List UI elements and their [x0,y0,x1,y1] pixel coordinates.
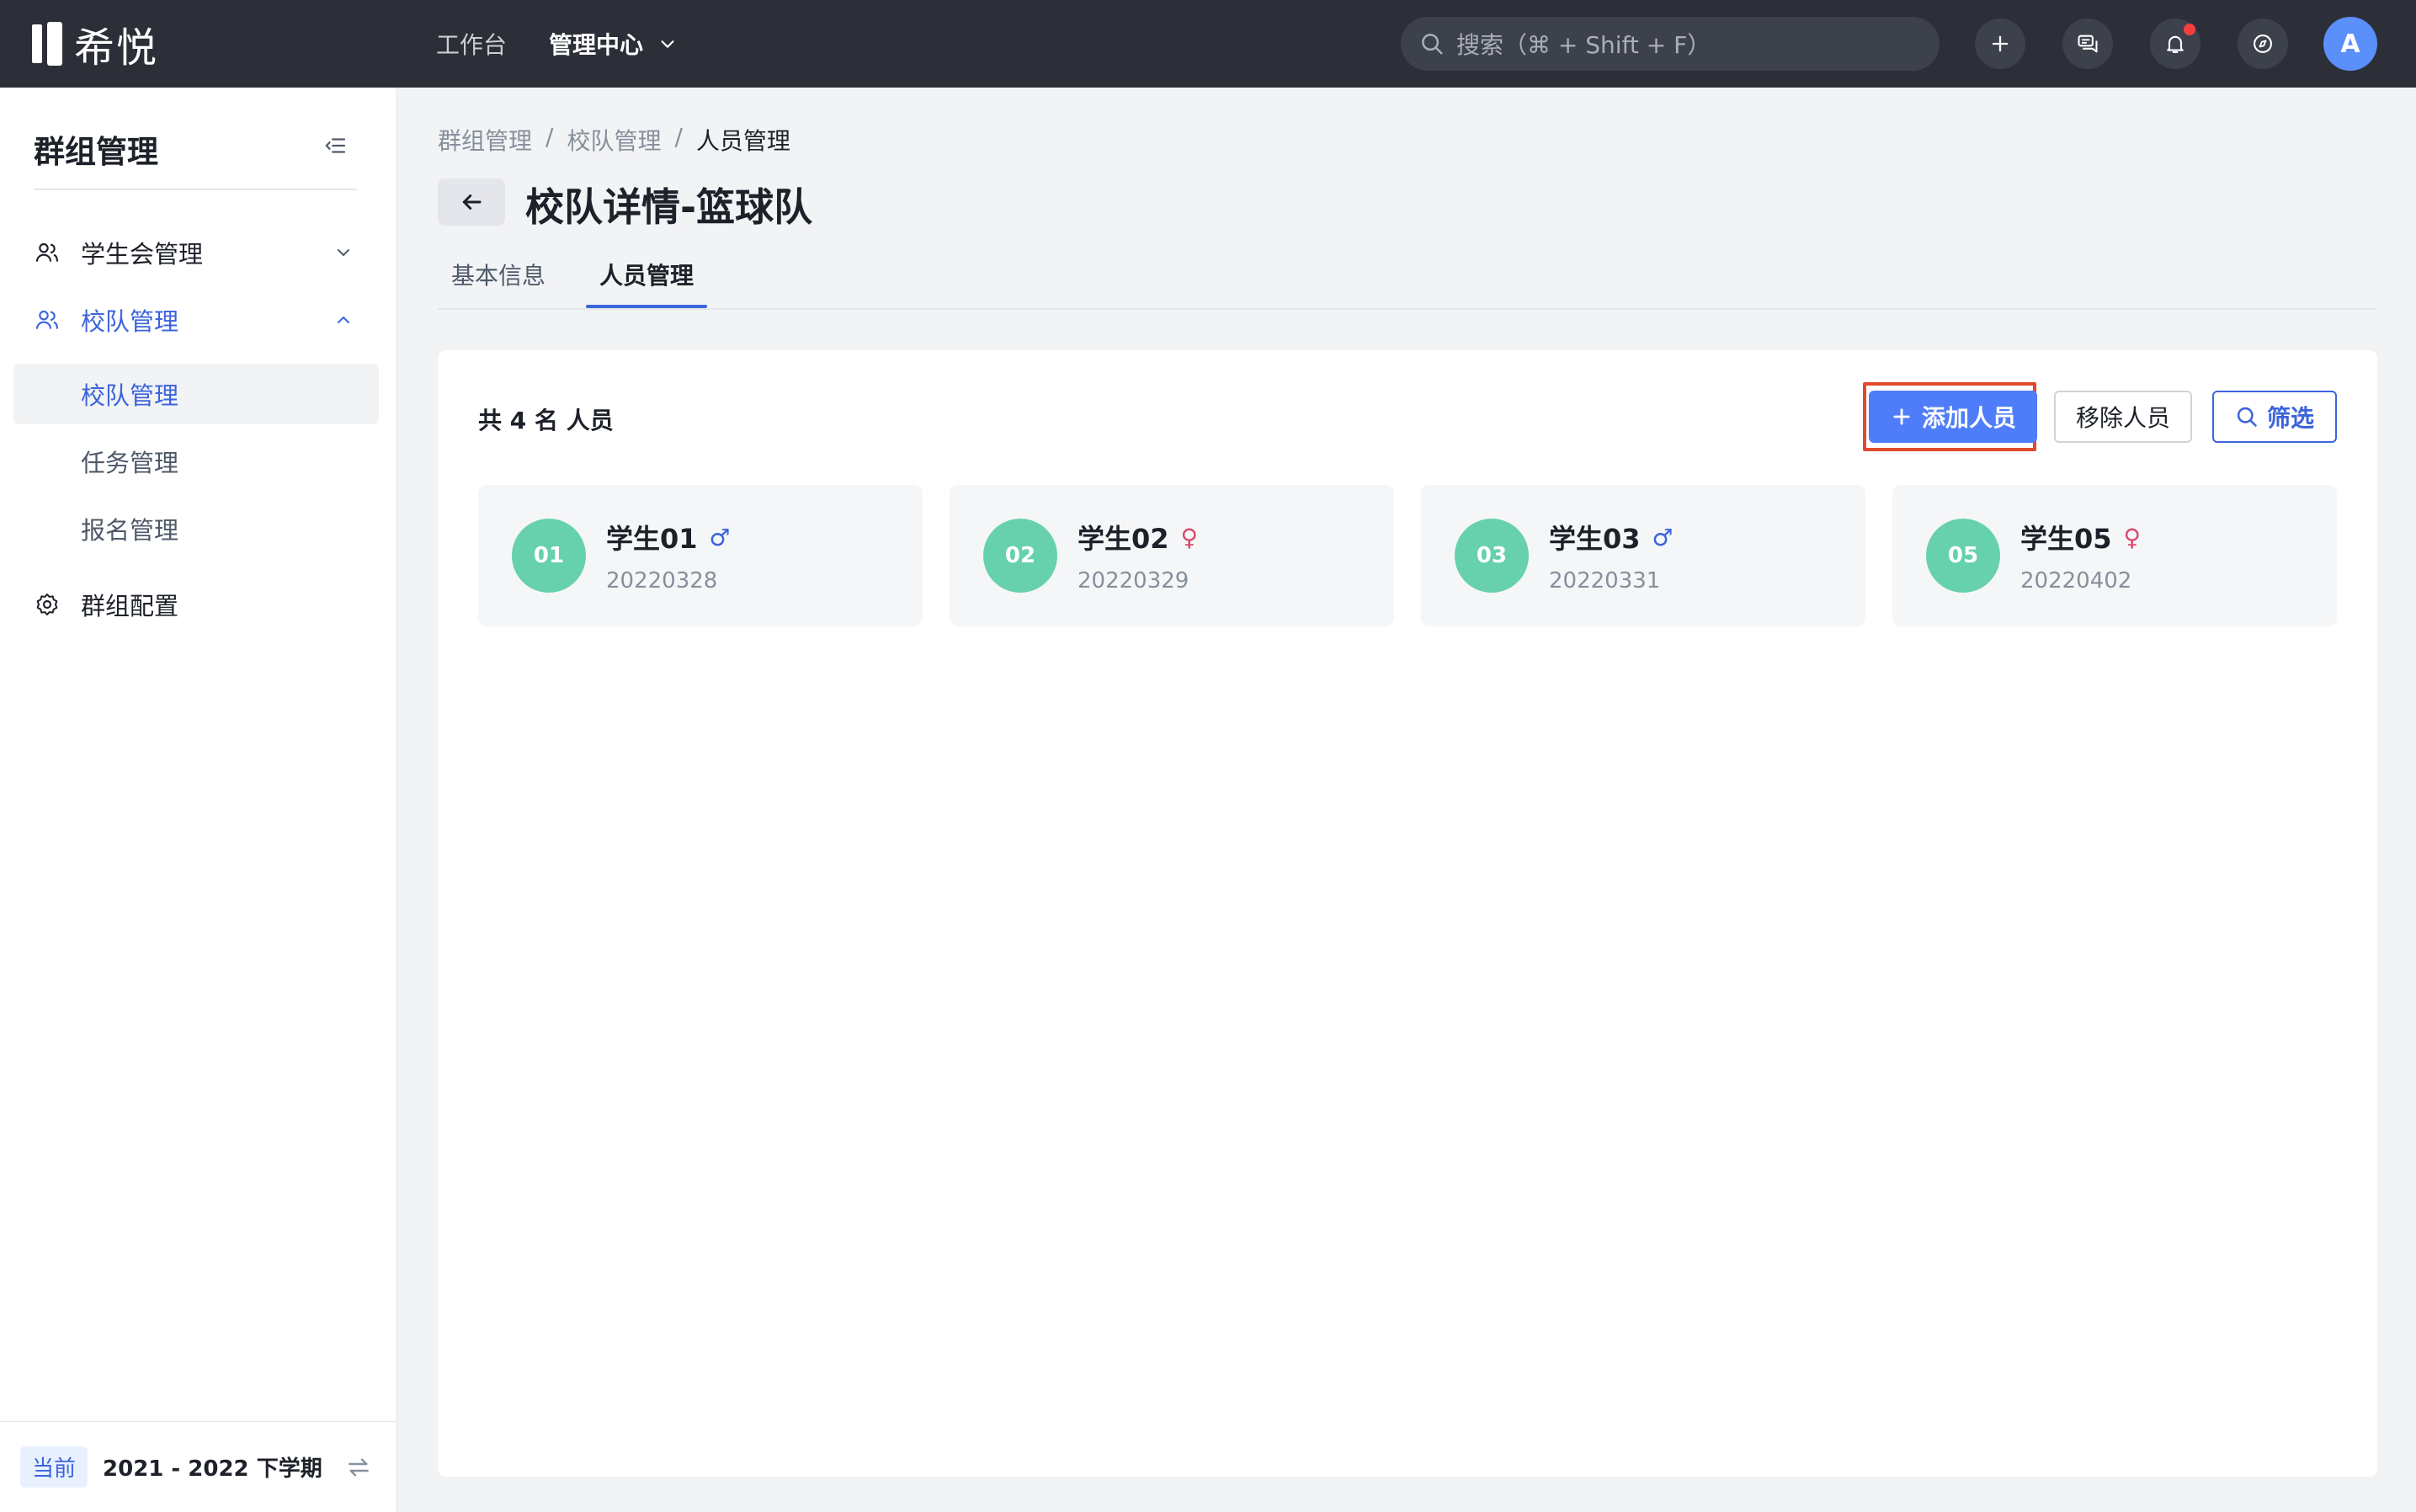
add-member-label: 添加人员 [1921,404,2016,432]
apps-button[interactable] [2238,19,2288,69]
member-id: 20220402 [2020,568,2132,594]
member-id: 20220328 [606,568,718,594]
plus-icon [1893,408,1910,425]
search-icon [1422,34,1443,55]
arrow-left-icon [462,194,482,210]
female-icon: ♀ [1180,523,1199,551]
notification-dot [2184,24,2195,35]
chevron-up-icon [338,317,349,323]
member-avatar: 03 [1455,519,1529,593]
breadcrumb-separator: / [545,123,554,151]
member-card[interactable]: 01 学生01 ♂ 20220328 [478,485,923,626]
tab-label: 人员管理 [599,262,694,290]
back-button[interactable] [438,178,505,226]
sidebar-divider [34,189,357,190]
member-card[interactable]: 03 学生03 ♂ 20220331 [1421,485,1865,626]
search-icon [2237,407,2257,427]
user-avatar[interactable]: A [2323,17,2377,71]
member-avatar: 02 [983,519,1057,593]
sidebar-subitem-team-management[interactable]: 校队管理 [13,364,379,424]
current-term-label: 2021 - 2022 下学期 [103,1456,322,1482]
tab-basic-info[interactable]: 基本信息 [451,253,545,310]
chat-icon [2078,35,2098,53]
tab-member-management[interactable]: 人员管理 [599,253,694,310]
sidebar: 群组管理 学生会管理 校队管理 校队管理 任务管理 报名管理 群组配置 当前 2… [0,88,397,1512]
sidebar-subitem-signup-management[interactable]: 报名管理 [13,498,379,559]
create-button[interactable] [1975,19,2025,69]
sidebar-item-group-config[interactable]: 群组配置 [13,574,379,635]
member-name: 学生03 [1549,523,1641,555]
member-name: 学生02 [1078,523,1169,555]
breadcrumb-item[interactable]: 校队管理 [567,123,661,157]
filter-label: 筛选 [2266,404,2314,432]
nav-admin-center-label: 管理中心 [549,31,644,59]
nav-workbench[interactable]: 工作台 [436,27,507,61]
bell-icon [2167,35,2184,53]
filter-button[interactable]: 筛选 [2212,391,2337,443]
chevron-down-icon [661,40,674,48]
remove-member-button[interactable]: 移除人员 [2054,391,2192,443]
compass-icon [2254,35,2272,53]
female-icon: ♀ [2123,523,2142,551]
member-count: 共 4 名 人员 [478,407,614,434]
member-id: 20220329 [1078,568,1189,594]
member-card[interactable]: 05 学生05 ♀ 20220402 [1892,485,2337,626]
breadcrumb: 群组管理 / 校队管理 / 人员管理 [438,123,790,157]
member-card-list: 01 学生01 ♂ 20220328 02 学生02 ♀ 20220329 03 [478,485,2337,626]
male-icon: ♂ [1652,523,1674,551]
plus-icon [1992,35,2009,52]
users-icon [35,310,59,329]
breadcrumb-current: 人员管理 [695,127,790,155]
sidebar-item-school-team[interactable]: 校队管理 [13,290,379,350]
sidebar-subitem-label: 报名管理 [81,516,179,545]
page-title: 校队详情-篮球队 [525,184,813,230]
sidebar-item-group-config-label: 群组配置 [81,592,179,620]
remove-member-label: 移除人员 [2075,404,2170,432]
member-avatar: 01 [512,519,586,593]
member-name: 学生01 [606,523,698,555]
chevron-down-icon [338,249,349,256]
current-term-badge: 当前 [20,1446,88,1488]
member-id: 20220331 [1549,568,1661,594]
active-tab-indicator [586,305,707,308]
nav-workbench-label: 工作台 [436,31,508,59]
sidebar-item-school-team-label: 校队管理 [81,307,179,336]
member-card[interactable]: 02 学生02 ♀ 20220329 [950,485,1394,626]
sidebar-title: 群组管理 [34,134,158,170]
top-bar: 希悦 工作台 管理中心 搜索（⌘ + Shift + F） A [0,0,2416,88]
app-logo[interactable]: 希悦 [32,20,158,72]
nav-admin-center[interactable]: 管理中心 [549,27,677,61]
app-name: 希悦 [74,24,159,72]
gear-icon [36,594,58,615]
breadcrumb-item[interactable]: 群组管理 [438,123,532,157]
sidebar-item-student-union[interactable]: 学生会管理 [13,222,379,283]
users-icon [35,242,59,262]
add-member-button[interactable]: 添加人员 [1869,391,2037,443]
swap-icon[interactable] [345,1454,372,1481]
breadcrumb-separator: / [674,123,683,151]
collapse-sidebar-icon[interactable] [323,133,349,158]
tab-bar: 基本信息 人员管理 [438,253,2377,310]
top-nav: 工作台 管理中心 [436,0,677,88]
sidebar-subitem-label: 任务管理 [81,449,179,477]
tab-label: 基本信息 [451,262,546,290]
notifications-button[interactable] [2150,19,2200,69]
members-panel: 共 4 名 人员 添加人员 移除人员 筛选 01 学生01 ♂ 20220328… [438,350,2377,1477]
messages-button[interactable] [2062,19,2113,69]
logo-mark-icon [32,22,62,66]
term-switcher[interactable]: 当前 2021 - 2022 下学期 [0,1421,397,1512]
global-search-input[interactable]: 搜索（⌘ + Shift + F） [1401,17,1940,71]
search-placeholder: 搜索（⌘ + Shift + F） [1456,31,1711,59]
sidebar-item-student-union-label: 学生会管理 [81,240,204,269]
male-icon: ♂ [709,523,731,551]
member-name: 学生05 [2020,523,2112,555]
sidebar-subitem-label: 校队管理 [81,381,179,410]
member-avatar: 05 [1926,519,2000,593]
sidebar-subitem-task-management[interactable]: 任务管理 [13,431,379,492]
